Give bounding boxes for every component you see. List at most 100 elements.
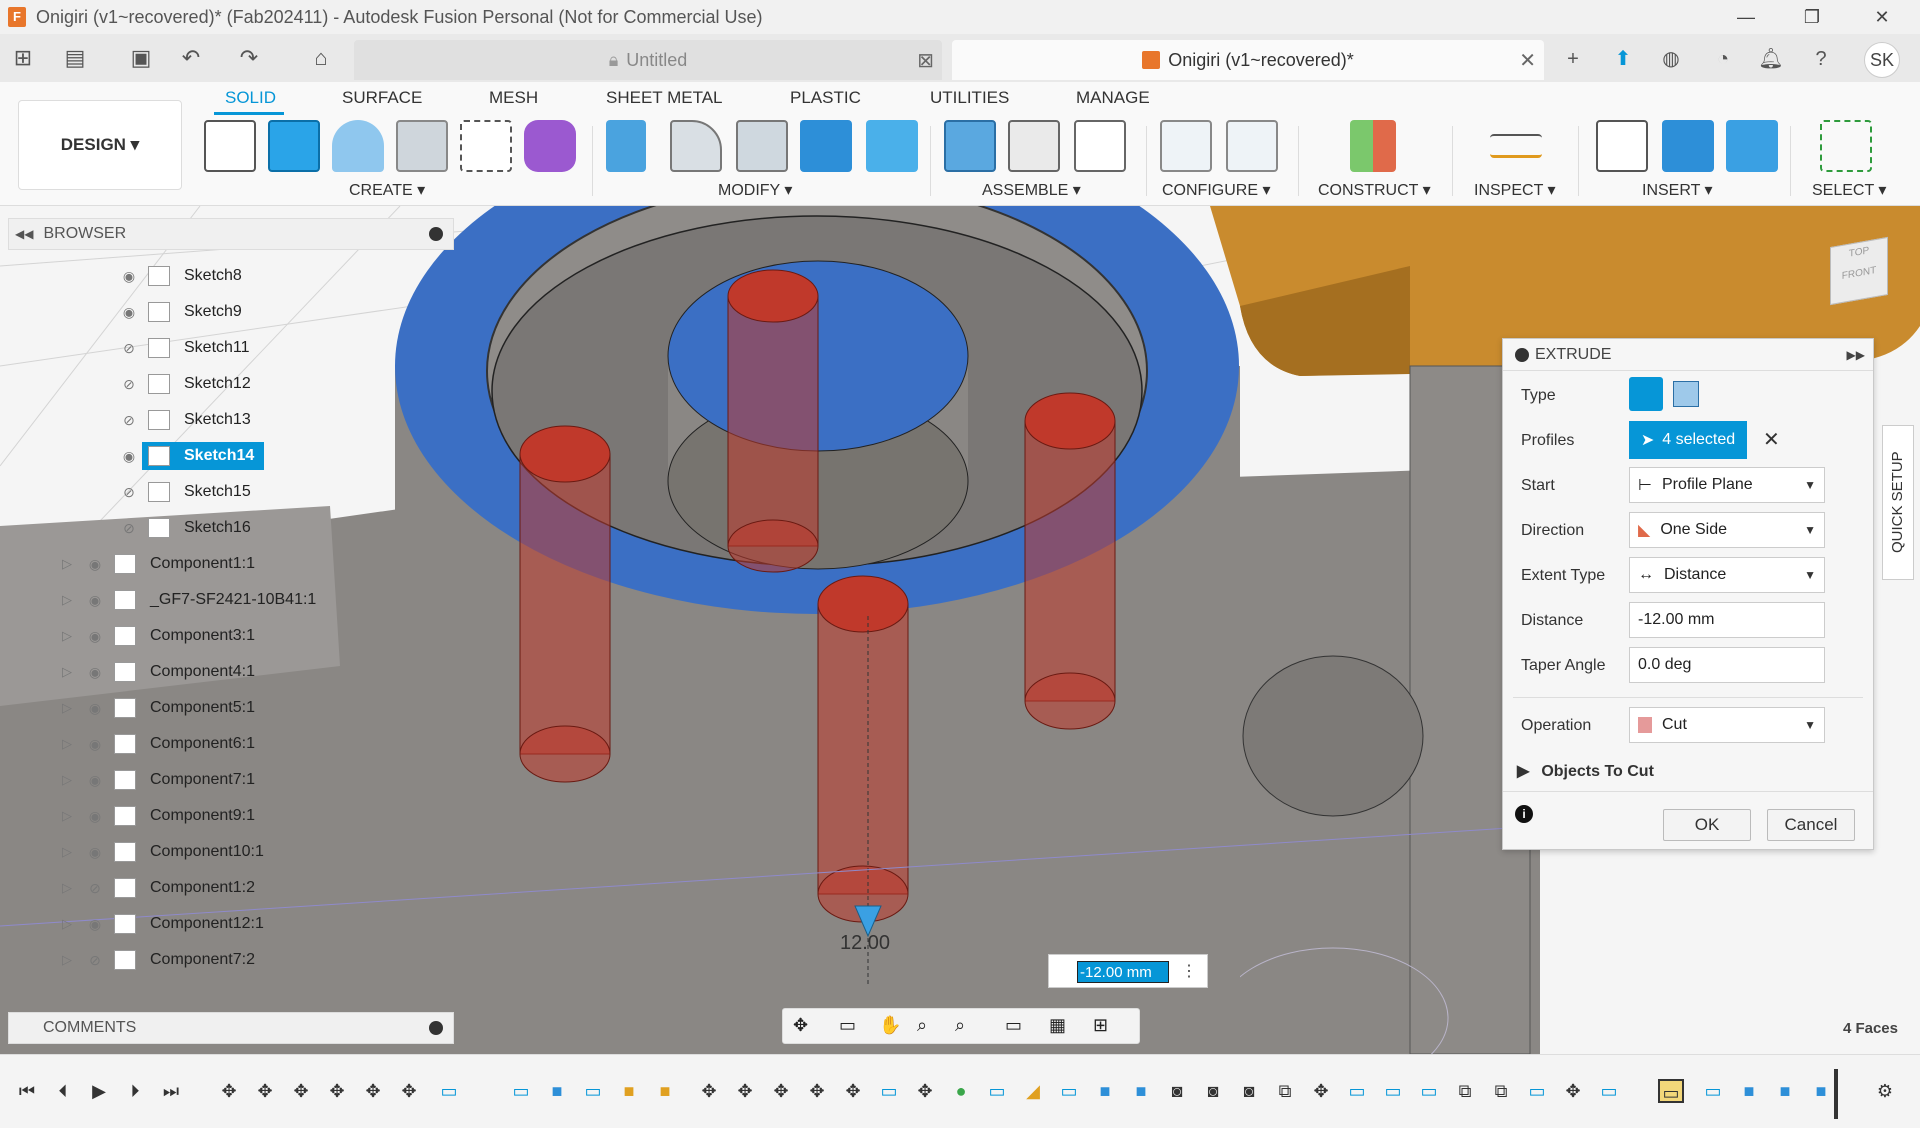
grid-settings-icon[interactable]: ▦	[1049, 1015, 1066, 1036]
move-feature-icon[interactable]: ✥	[768, 1079, 794, 1103]
tree-item-sketch[interactable]: ⊘ Sketch12	[116, 369, 259, 399]
look-at-icon[interactable]: ▭	[839, 1015, 856, 1036]
tree-item-sketch[interactable]: ◉ Sketch8	[116, 261, 250, 291]
display-settings-icon[interactable]: ▭	[1005, 1015, 1022, 1036]
measure-icon[interactable]	[1490, 134, 1542, 158]
save-icon[interactable]: ▣	[126, 44, 156, 72]
move-feature-icon[interactable]: ✥	[216, 1079, 242, 1103]
tab-onigiri[interactable]: Onigiri (v1~recovered)* ✕	[952, 40, 1544, 80]
joint-feature-icon[interactable]: ⧉	[1272, 1079, 1298, 1103]
eye-icon[interactable]: ◉	[116, 448, 142, 465]
close-window-button[interactable]: ✕	[1852, 0, 1912, 34]
step-forward-icon[interactable]: ⏵	[122, 1079, 148, 1103]
press-pull-icon[interactable]	[606, 120, 646, 172]
tab-utilities[interactable]: UTILITIES	[930, 88, 1009, 108]
bom-icon[interactable]	[1074, 120, 1126, 172]
file-menu-icon[interactable]: ▤	[60, 44, 90, 72]
chamfer-icon[interactable]	[736, 120, 788, 172]
sketch-feature-icon[interactable]: ▭	[1416, 1079, 1442, 1103]
extent-type-dropdown[interactable]: ↔ Distance ▼	[1629, 557, 1825, 593]
fillet-feature-icon[interactable]: ◢	[1020, 1079, 1046, 1103]
joint-feature-icon[interactable]: ⧉	[1488, 1079, 1514, 1103]
move-feature-icon[interactable]: ✥	[804, 1079, 830, 1103]
dimension-input-box[interactable]: -12.00 mm ⋮	[1048, 954, 1208, 988]
sketch-feature-icon[interactable]: ▭	[1524, 1079, 1550, 1103]
undo-icon[interactable]: ↶	[176, 44, 206, 72]
notifications-icon[interactable]: 🔔︎	[1756, 44, 1786, 74]
eye-hidden-icon[interactable]: ⊘	[116, 376, 142, 393]
collapse-dialog-icon[interactable]	[1515, 347, 1529, 362]
eye-icon[interactable]: ◉	[82, 736, 108, 753]
tab-mesh[interactable]: MESH	[489, 88, 538, 108]
expand-arrow-icon[interactable]: ▷	[52, 952, 82, 968]
start-dropdown[interactable]: ⊢ Profile Plane ▼	[1629, 467, 1825, 503]
go-to-end-icon[interactable]: ⏭	[158, 1079, 184, 1103]
expand-arrow-icon[interactable]: ▷	[52, 916, 82, 932]
tab-surface[interactable]: SURFACE	[342, 88, 422, 108]
viewports-icon[interactable]: ⊞	[1093, 1015, 1108, 1036]
move-feature-icon[interactable]: ✥	[912, 1079, 938, 1103]
tree-item-sketch[interactable]: ⊘ Sketch16	[116, 513, 259, 543]
eye-icon[interactable]: ◉	[82, 700, 108, 717]
tree-item-sketch[interactable]: ⊘ Sketch15	[116, 477, 259, 507]
joint-icon[interactable]	[1008, 120, 1060, 172]
new-tab-icon[interactable]: +	[1558, 44, 1588, 74]
more-options-icon[interactable]: ⋮	[1181, 961, 1197, 981]
eye-hidden-icon[interactable]: ⊘	[116, 484, 142, 501]
expand-arrow-icon[interactable]: ▷	[52, 736, 82, 752]
expand-arrow-icon[interactable]: ▷	[52, 844, 82, 860]
new-component-icon[interactable]	[944, 120, 996, 172]
insert-menu[interactable]: INSERT ▾	[1642, 180, 1713, 200]
eye-icon[interactable]: ◉	[82, 556, 108, 573]
insert-canvas-icon[interactable]	[1726, 120, 1778, 172]
pan-icon[interactable]: ✋	[879, 1015, 901, 1036]
eye-icon[interactable]: ◉	[82, 808, 108, 825]
online-status-icon[interactable]: ◍	[1656, 44, 1686, 74]
sketch-feature-icon[interactable]: ▭	[1344, 1079, 1370, 1103]
operation-dropdown[interactable]: Cut ▼	[1629, 707, 1825, 743]
sketch-feature-icon[interactable]: ▭	[876, 1079, 902, 1103]
zoom-icon[interactable]: ⌕	[917, 1015, 927, 1036]
configure-table-icon[interactable]	[1226, 120, 1278, 172]
component-feature-icon[interactable]: ■	[616, 1079, 642, 1103]
close-tab-icon[interactable]: ✕	[1519, 48, 1536, 73]
workspace-switcher[interactable]: DESIGN ▾	[18, 100, 182, 190]
tree-item-component[interactable]: ▷ ◉ Component1:1	[52, 549, 263, 579]
move-feature-icon[interactable]: ✥	[1560, 1079, 1586, 1103]
play-icon[interactable]: ▶	[86, 1079, 112, 1103]
extrude-feature-icon[interactable]: ■	[544, 1079, 570, 1103]
eye-hidden-icon[interactable]: ⊘	[116, 520, 142, 537]
expand-arrow-icon[interactable]: ▷	[52, 592, 82, 608]
sketch-feature-icon[interactable]: ▭	[436, 1079, 462, 1103]
combine-icon[interactable]	[800, 120, 852, 172]
taper-angle-input[interactable]: 0.0 deg	[1629, 647, 1825, 683]
assemble-menu[interactable]: ASSEMBLE ▾	[982, 180, 1081, 200]
select-icon[interactable]	[1820, 120, 1872, 172]
move-feature-icon[interactable]: ✥	[360, 1079, 386, 1103]
tree-item-component[interactable]: ▷ ◉ Component4:1	[52, 657, 263, 687]
eye-hidden-icon[interactable]: ⊘	[82, 952, 108, 969]
eye-icon[interactable]: ◉	[116, 268, 142, 285]
move-feature-icon[interactable]: ✥	[696, 1079, 722, 1103]
redo-icon[interactable]: ↷	[234, 44, 264, 72]
move-feature-icon[interactable]: ✥	[324, 1079, 350, 1103]
extrude-feature-icon[interactable]: ■	[1772, 1079, 1798, 1103]
quick-setup-tab[interactable]: QUICK SETUP	[1882, 425, 1914, 580]
comments-panel[interactable]: COMMENTS	[8, 1012, 454, 1044]
combine-feature-icon[interactable]: ●	[948, 1079, 974, 1103]
sketch-feature-icon[interactable]: ▭	[580, 1079, 606, 1103]
shell-icon[interactable]	[396, 120, 448, 172]
eye-icon[interactable]: ◉	[82, 844, 108, 861]
modify-menu[interactable]: MODIFY ▾	[718, 180, 792, 200]
tree-item-component[interactable]: ▷ ◉ _GF7-SF2421-10B41:1	[52, 585, 324, 615]
user-avatar[interactable]: SK	[1864, 42, 1900, 78]
expand-arrow-icon[interactable]: ▷	[52, 556, 82, 572]
eye-icon[interactable]: ◉	[82, 628, 108, 645]
move-feature-icon[interactable]: ✥	[1308, 1079, 1334, 1103]
extrude-dialog-header[interactable]: EXTRUDE ▶▶	[1503, 339, 1873, 371]
tree-item-component[interactable]: ▷ ◉ Component12:1	[52, 909, 272, 939]
restore-button[interactable]: ❐	[1782, 0, 1842, 34]
timeline-settings-icon[interactable]: ⚙	[1872, 1079, 1898, 1103]
tab-untitled[interactable]: 🔒︎ Untitled ⊠	[354, 40, 942, 80]
form-icon[interactable]	[524, 120, 576, 172]
